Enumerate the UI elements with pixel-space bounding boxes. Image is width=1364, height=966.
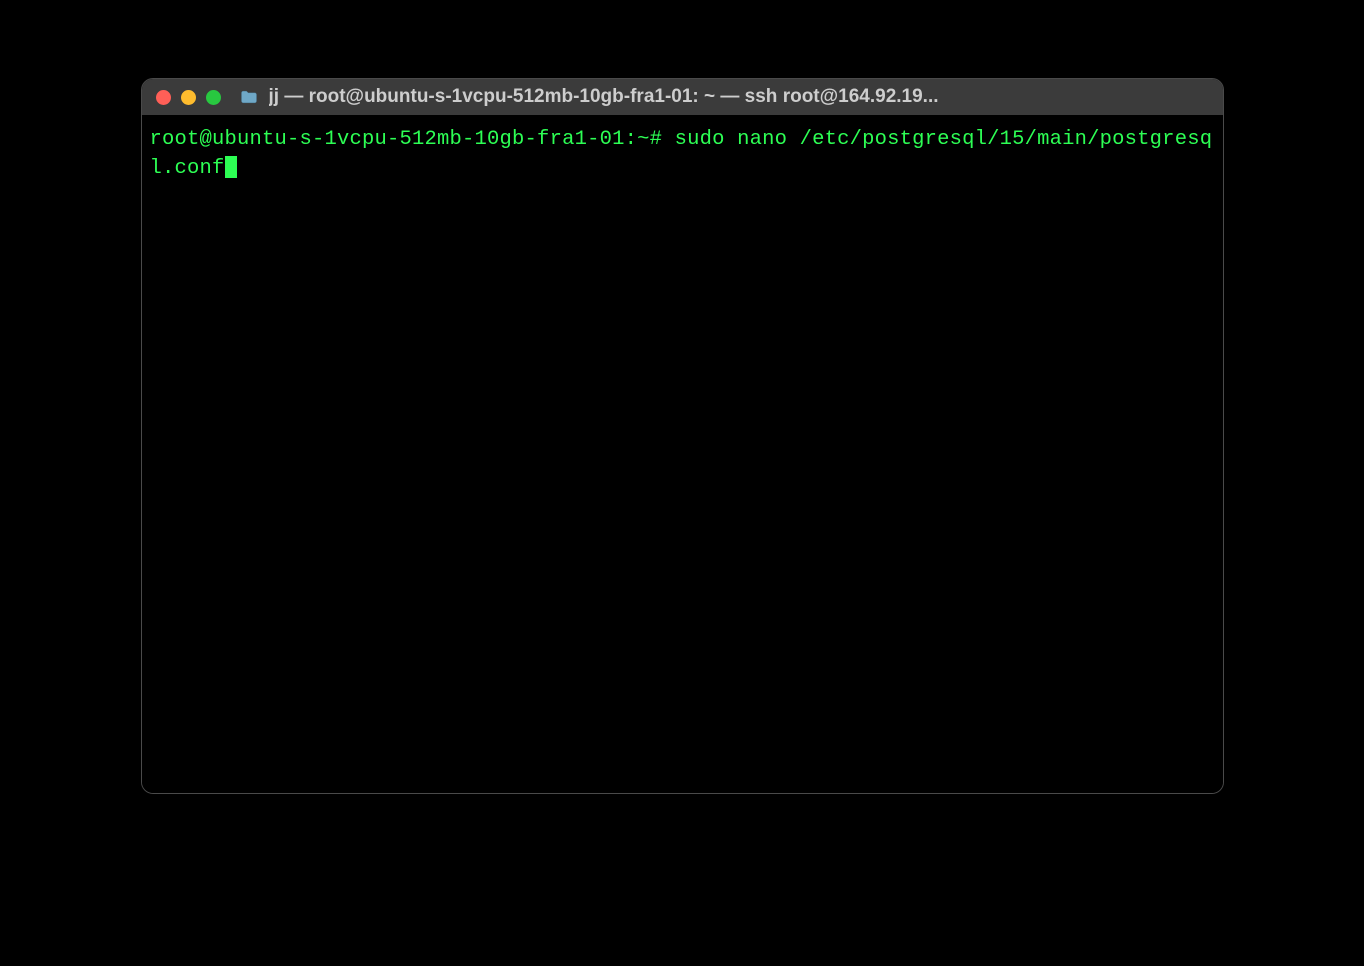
traffic-lights — [156, 90, 221, 105]
window-title: jj — root@ubuntu-s-1vcpu-512mb-10gb-fra1… — [269, 86, 1209, 108]
terminal-window: jj — root@ubuntu-s-1vcpu-512mb-10gb-fra1… — [141, 78, 1224, 794]
close-button[interactable] — [156, 90, 171, 105]
folder-icon — [239, 87, 259, 107]
maximize-button[interactable] — [206, 90, 221, 105]
shell-prompt: root@ubuntu-s-1vcpu-512mb-10gb-fra1-01:~… — [150, 128, 663, 151]
cursor — [225, 156, 237, 178]
title-bar[interactable]: jj — root@ubuntu-s-1vcpu-512mb-10gb-fra1… — [142, 79, 1223, 115]
terminal-content[interactable]: root@ubuntu-s-1vcpu-512mb-10gb-fra1-01:~… — [142, 115, 1223, 793]
minimize-button[interactable] — [181, 90, 196, 105]
